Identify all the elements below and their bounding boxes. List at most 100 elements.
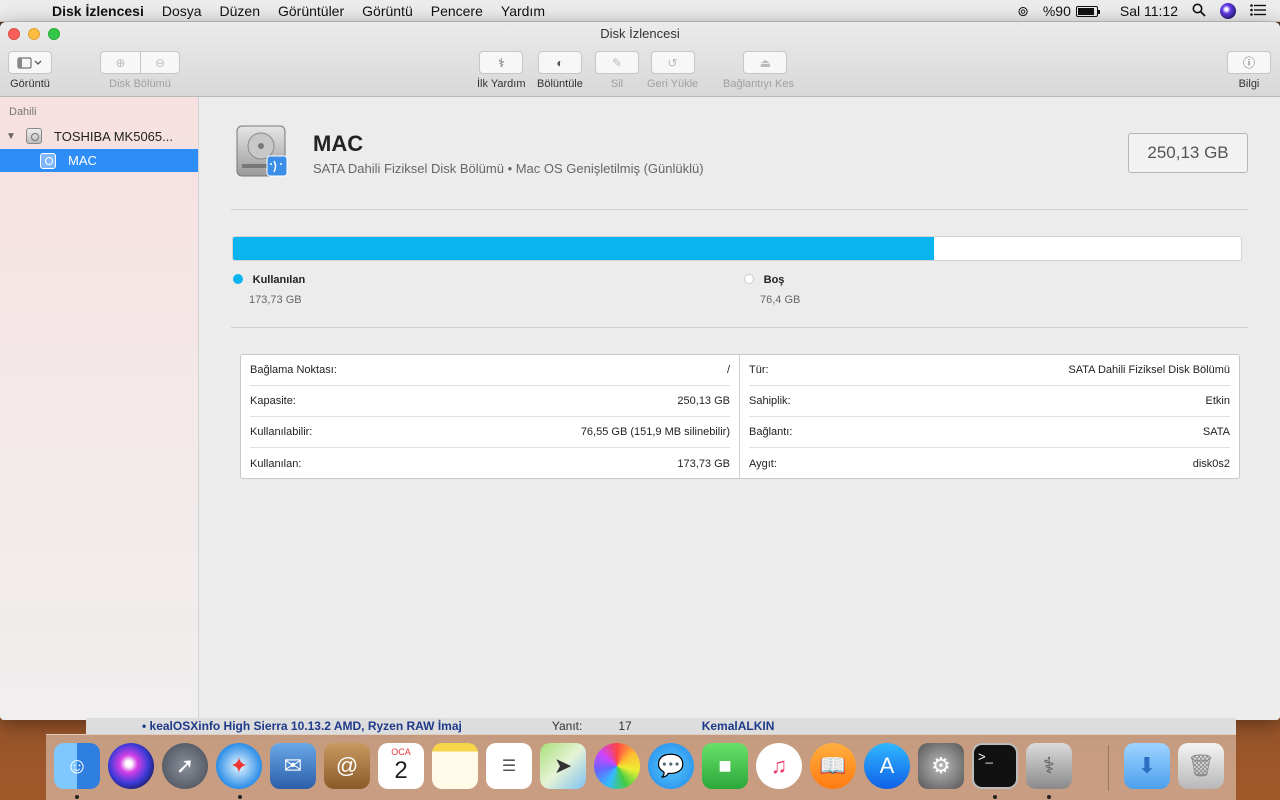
sidebar-volume-label: MAC — [68, 153, 97, 168]
unmount-toolbar-item[interactable]: ⏏ Bağlantıyı Kes — [723, 51, 794, 90]
divide-toolbar-item[interactable]: ◐ Bölüntüle — [537, 51, 583, 90]
partition-segmented-control[interactable]: ⊕ ⊖ — [100, 51, 180, 74]
menu-yardim[interactable]: Yardım — [501, 3, 545, 19]
restore-toolbar-item[interactable]: ↺ Geri Yükle — [647, 51, 698, 90]
used-color-swatch — [233, 274, 243, 284]
battery-indicator[interactable]: %90 — [1042, 3, 1100, 19]
photos-icon[interactable] — [594, 743, 640, 789]
info-row-device: Aygıt: disk0s2 — [749, 448, 1230, 479]
airplay-icon[interactable]: ⊚ — [1017, 3, 1029, 20]
legend-used: Kullanılan 173,73 GB — [233, 271, 305, 306]
trash-icon[interactable]: 🗑 — [1178, 743, 1224, 789]
menu-pencere[interactable]: Pencere — [431, 3, 483, 19]
launchpad-icon[interactable]: ➚ — [162, 743, 208, 789]
safari-icon[interactable]: ✦ — [216, 743, 262, 789]
unmount-label: Bağlantıyı Kes — [723, 78, 794, 90]
info-label: Aygıt: — [749, 457, 777, 470]
battery-icon — [1075, 5, 1100, 17]
menu-dosya[interactable]: Dosya — [162, 3, 202, 19]
window-title: Disk İzlencesi — [600, 26, 680, 41]
running-indicator — [75, 795, 79, 799]
dock: ☺ ➚ ✦ ✉ @ OCA 2 ☰ ➤ 💬 ■ ♫ 📖 A ⚙ >_ ⚕ ⬇ 🗑 — [46, 734, 1236, 800]
downloads-folder-icon[interactable]: ⬇ — [1124, 743, 1170, 789]
info-toolbar-item[interactable]: ⓘ Bilgi — [1227, 51, 1271, 90]
menu-duzen[interactable]: Düzen — [220, 3, 260, 19]
info-row-used: Kullanılan: 173,73 GB — [250, 448, 730, 479]
ibooks-icon[interactable]: 📖 — [810, 743, 856, 789]
partition-toolbar-item[interactable]: ⊕ ⊖ Disk Bölümü — [100, 51, 180, 90]
divider — [231, 209, 1248, 210]
view-label: Görüntü — [10, 78, 50, 90]
internal-disk-icon — [236, 125, 288, 177]
notes-icon[interactable] — [432, 743, 478, 789]
free-color-swatch — [744, 274, 754, 284]
info-label: Kullanılan: — [250, 457, 302, 470]
volume-info-table: Bağlama Noktası: / Kapasite: 250,13 GB K… — [240, 354, 1240, 479]
restore-button[interactable]: ↺ — [650, 51, 695, 74]
messages-icon[interactable]: 💬 — [648, 743, 694, 789]
maps-icon[interactable]: ➤ — [540, 743, 586, 789]
pie-partition-icon: ◐ — [556, 55, 564, 70]
first-aid-toolbar-item[interactable]: ⚕ İlk Yardım — [477, 51, 526, 90]
info-label: Tür: — [749, 364, 769, 376]
info-label: Bilgi — [1238, 78, 1260, 90]
legend-free: Boş 76,4 GB — [744, 271, 800, 306]
info-column-right: Tür: SATA Dahili Fiziksel Disk Bölümü Sa… — [740, 355, 1239, 478]
legend-free-value: 76,4 GB — [760, 294, 801, 306]
menu-bar: Disk İzlencesi Dosya Düzen Görüntüler Gö… — [0, 0, 1280, 22]
first-aid-button[interactable]: ⚕ — [479, 51, 524, 74]
disk-utility-window: Disk İzlencesi Görüntü ⊕ ⊖ Disk Bölümü ⚕… — [0, 22, 1280, 720]
info-button[interactable]: ⓘ — [1227, 51, 1271, 74]
add-volume-button[interactable]: ⊕ — [100, 51, 140, 74]
app-store-icon[interactable]: A — [864, 743, 910, 789]
sidebar-item-disk[interactable]: ▼ TOSHIBA MK5065... — [0, 125, 198, 147]
info-value: 76,55 GB (151,9 MB silinebilir) — [580, 426, 730, 438]
info-value: 250,13 GB — [677, 395, 730, 407]
menu-app-name[interactable]: Disk İzlencesi — [52, 3, 144, 19]
background-post-title[interactable]: • kealOSXinfo High Sierra 10.13.2 AMD, R… — [142, 719, 462, 733]
info-value: 173,73 GB — [677, 457, 730, 470]
itunes-icon[interactable]: ♫ — [756, 743, 802, 789]
view-toolbar-item[interactable]: Görüntü — [8, 51, 52, 90]
view-button[interactable] — [8, 51, 52, 74]
facetime-icon[interactable]: ■ — [702, 743, 748, 789]
sidebar-section-internal: Dahili — [9, 106, 37, 118]
info-value: SATA — [1202, 426, 1230, 438]
disk-utility-icon[interactable]: ⚕ — [1026, 743, 1072, 789]
contacts-icon[interactable]: @ — [324, 743, 370, 789]
partition-label: Disk Bölümü — [109, 78, 171, 90]
calendar-icon[interactable]: OCA 2 — [378, 743, 424, 789]
sidebar-toggle-icon — [17, 57, 42, 68]
siri-icon[interactable] — [108, 743, 154, 789]
terminal-icon[interactable]: >_ — [972, 743, 1018, 789]
battery-percent: %90 — [1042, 3, 1071, 19]
erase-toolbar-item[interactable]: ✎ Sil — [595, 51, 639, 90]
volume-size-badge: 250,13 GB — [1128, 133, 1248, 173]
first-aid-label: İlk Yardım — [477, 78, 526, 90]
clock[interactable]: Sal 11:12 — [1120, 3, 1178, 19]
siri-icon[interactable] — [1220, 3, 1236, 19]
sidebar-disk-label: TOSHIBA MK5065... — [54, 128, 173, 144]
legend-free-label: Boş — [763, 274, 785, 286]
erase-button[interactable]: ✎ — [595, 51, 639, 74]
disclosure-triangle-icon[interactable]: ▼ — [6, 131, 16, 142]
menu-goruntuler[interactable]: Görüntüler — [278, 3, 344, 19]
system-preferences-icon[interactable]: ⚙ — [918, 743, 964, 789]
unmount-button[interactable]: ⏏ — [743, 51, 788, 74]
erase-label: Sil — [610, 78, 624, 90]
background-author[interactable]: KemalALKIN — [702, 719, 775, 733]
info-label: Kapasite: — [250, 395, 296, 407]
legend-used-label: Kullanılan — [252, 274, 306, 286]
remove-volume-button[interactable]: ⊖ — [140, 51, 180, 74]
erase-icon: ✎ — [611, 55, 623, 70]
notification-center-icon[interactable] — [1250, 3, 1266, 19]
divide-button[interactable]: ◐ — [537, 51, 582, 74]
sidebar-item-volume-mac[interactable]: MAC — [0, 149, 198, 172]
reminders-icon[interactable]: ☰ — [486, 743, 532, 789]
spotlight-search-icon[interactable] — [1192, 3, 1206, 20]
volume-icon — [40, 152, 56, 169]
menu-goruntu[interactable]: Görüntü — [362, 3, 413, 19]
storage-usage-bar — [232, 236, 1242, 261]
finder-icon[interactable]: ☺ — [54, 743, 100, 789]
mail-icon[interactable]: ✉ — [270, 743, 316, 789]
